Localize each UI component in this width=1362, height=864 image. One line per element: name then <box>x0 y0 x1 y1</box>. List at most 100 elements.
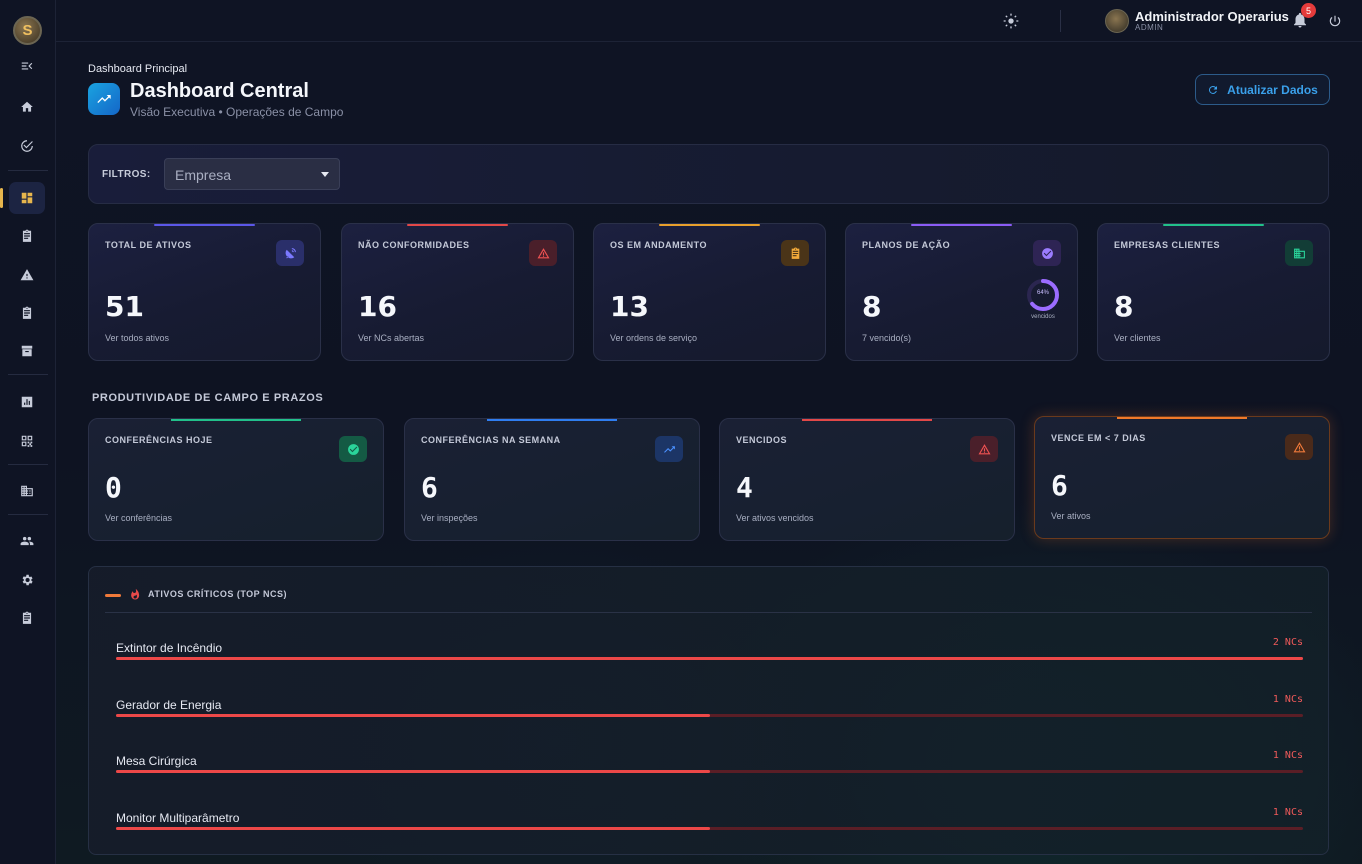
caret-down-icon <box>321 172 329 177</box>
overdue-progress-ring: 64% <box>1026 278 1060 312</box>
breadcrumb[interactable]: Dashboard Principal <box>88 63 187 75</box>
satellite-dish-icon <box>276 240 304 266</box>
refresh-icon <box>1209 85 1218 94</box>
check-circle-icon <box>339 436 367 462</box>
stat-link[interactable]: Ver ativos vencidos <box>736 513 814 523</box>
critical-asset-row[interactable]: Gerador de Energia 1 NCs <box>116 694 1303 724</box>
productivity-card-conferencias-na-semana[interactable]: CONFERÊNCIAS NA SEMANA 6 Ver inspeções <box>404 418 700 541</box>
stat-link[interactable]: Ver clientes <box>1114 333 1161 343</box>
stat-label: CONFERÊNCIAS NA SEMANA <box>421 435 561 445</box>
warning-icon <box>529 240 557 266</box>
progress-percent: 64% <box>1036 290 1049 296</box>
productivity-card-vence-em-7-dias[interactable]: VENCE EM < 7 DIAS 6 Ver ativos <box>1034 416 1330 539</box>
stat-label: CONFERÊNCIAS HOJE <box>105 435 213 445</box>
notification-badge: 5 <box>1301 3 1316 18</box>
stat-label: VENCIDOS <box>736 435 788 445</box>
sidebar-divider <box>8 170 48 171</box>
stat-card-planos-de-acao[interactable]: PLANOS DE AÇÃO 8 7 vencido(s) 64% vencido… <box>845 223 1078 361</box>
stat-card-total-de-ativos[interactable]: TOTAL DE ATIVOS 51 Ver todos ativos <box>88 223 321 361</box>
dashboard-icon[interactable] <box>0 182 45 214</box>
stat-link[interactable]: Ver todos ativos <box>105 333 169 343</box>
critical-assets-panel: ATIVOS CRÍTICOS (TOP NCS) Extintor de In… <box>88 566 1329 855</box>
stat-label: NÃO CONFORMIDADES <box>358 240 470 250</box>
page-subtitle: Visão Executiva • Operações de Campo <box>130 105 344 119</box>
topbar-divider <box>1060 10 1061 32</box>
card-accent <box>1162 224 1265 226</box>
card-accent <box>1117 417 1247 419</box>
filters-panel: FILTROS: Empresa <box>88 144 1329 204</box>
stat-link[interactable]: Ver ativos <box>1051 511 1091 521</box>
stat-value: 4 <box>736 471 753 504</box>
building-icon[interactable] <box>9 475 45 507</box>
topbar: Administrador Operarius ADMIN 5 <box>56 0 1362 42</box>
stat-card-nao-conformidades[interactable]: NÃO CONFORMIDADES 16 Ver NCs abertas <box>341 223 574 361</box>
user-name: Administrador Operarius <box>1135 9 1289 24</box>
check-circle-icon[interactable] <box>9 130 45 162</box>
user-role: ADMIN <box>1135 23 1164 32</box>
stat-value: 0 <box>105 471 122 504</box>
clipboard-icon[interactable] <box>9 602 45 634</box>
filters-label: FILTROS: <box>102 169 151 180</box>
trending-up-icon <box>88 83 120 115</box>
sidebar-divider <box>8 514 48 515</box>
nc-bar-fill <box>116 657 1303 660</box>
stat-label: EMPRESAS CLIENTES <box>1114 240 1221 250</box>
app-logo[interactable]: S <box>13 16 42 45</box>
bar-chart-icon[interactable] <box>9 386 45 418</box>
stat-card-os-em-andamento[interactable]: OS EM ANDAMENTO 13 Ver ordens de serviço <box>593 223 826 361</box>
asset-name: Monitor Multiparâmetro <box>116 810 240 825</box>
archive-icon[interactable] <box>9 335 45 367</box>
clipboard-list-icon[interactable] <box>9 297 45 329</box>
gear-icon[interactable] <box>9 564 45 596</box>
section-divider <box>105 612 1312 613</box>
nc-bar-fill <box>116 713 710 717</box>
stat-value: 16 <box>358 290 397 323</box>
stat-label: OS EM ANDAMENTO <box>610 240 708 250</box>
critical-asset-row[interactable]: Monitor Multiparâmetro 1 NCs <box>116 807 1303 837</box>
asset-name: Gerador de Energia <box>116 697 222 712</box>
warning-icon <box>970 436 998 462</box>
company-select-placeholder: Empresa <box>175 167 232 183</box>
stat-link[interactable]: Ver NCs abertas <box>358 333 424 343</box>
nc-count: 1 NCs <box>1272 806 1303 818</box>
warning-icon <box>1285 434 1313 460</box>
critical-asset-row[interactable]: Extintor de Incêndio 2 NCs <box>116 637 1303 667</box>
home-icon[interactable] <box>9 91 45 123</box>
stat-value: 8 <box>1114 290 1134 323</box>
productivity-section-title: PRODUTIVIDADE DE CAMPO E PRAZOS <box>92 392 324 404</box>
card-accent <box>487 419 617 421</box>
avatar[interactable] <box>1105 9 1129 33</box>
stat-label: VENCE EM < 7 DIAS <box>1051 433 1146 443</box>
clipboard-icon <box>781 240 809 266</box>
productivity-card-vencidos[interactable]: VENCIDOS 4 Ver ativos vencidos <box>719 418 1015 541</box>
stat-value: 6 <box>1051 469 1068 502</box>
stat-value: 6 <box>421 471 438 504</box>
warning-icon[interactable] <box>9 259 45 291</box>
critical-asset-row[interactable]: Mesa Cirúrgica 1 NCs <box>116 750 1303 780</box>
card-accent <box>406 224 509 226</box>
check-circle-icon <box>1033 240 1061 266</box>
company-select[interactable]: Empresa <box>164 158 340 190</box>
nc-bar-track <box>116 657 1303 660</box>
sidebar-divider <box>8 464 48 465</box>
stat-card-empresas-clientes[interactable]: EMPRESAS CLIENTES 8 Ver clientes <box>1097 223 1330 361</box>
card-accent <box>802 419 932 421</box>
theme-toggle-icon[interactable] <box>1003 13 1019 29</box>
stat-value: 13 <box>610 290 649 323</box>
users-icon[interactable] <box>9 525 45 557</box>
nc-bar-fill <box>116 826 710 830</box>
stat-link[interactable]: Ver inspeções <box>421 513 478 523</box>
sidebar-divider <box>8 374 48 375</box>
stat-link[interactable]: 7 vencido(s) <box>862 333 911 343</box>
nc-count: 2 NCs <box>1272 637 1303 648</box>
power-icon[interactable] <box>1328 14 1342 28</box>
productivity-card-conferencias-hoje[interactable]: CONFERÊNCIAS HOJE 0 Ver conferências <box>88 418 384 541</box>
collapse-sidebar-icon[interactable] <box>9 50 45 82</box>
section-accent-dash <box>105 594 121 597</box>
qr-code-icon[interactable] <box>9 425 45 457</box>
stat-link[interactable]: Ver conferências <box>105 513 172 523</box>
clipboard-icon[interactable] <box>9 220 45 252</box>
refresh-data-button[interactable]: Atualizar Dados <box>1195 74 1330 105</box>
refresh-data-label: Atualizar Dados <box>1227 82 1318 97</box>
stat-link[interactable]: Ver ordens de serviço <box>610 333 697 343</box>
